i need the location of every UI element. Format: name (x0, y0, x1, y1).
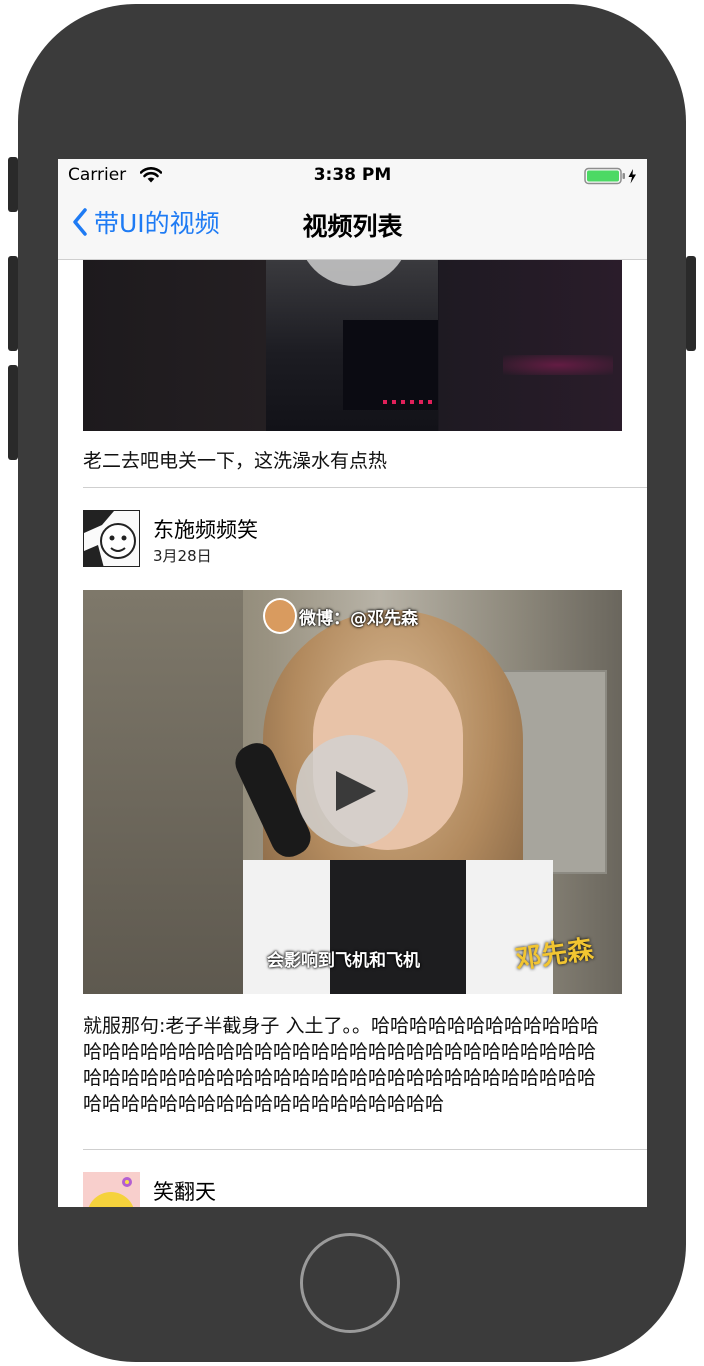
video-frame-vest (243, 860, 553, 994)
post-date: 3月28日 (153, 547, 212, 565)
play-icon (336, 771, 376, 811)
video-feed[interactable]: 老二去吧电关一下，这洗澡水有点热 东施频频笑 3月28日 微博：@邓先森 会影响… (58, 260, 647, 1207)
video-frame-door (83, 590, 243, 994)
video-caption: 老二去吧电关一下，这洗澡水有点热 (83, 450, 388, 472)
power-button (686, 256, 696, 351)
separator (83, 487, 647, 488)
video-thumbnail[interactable] (83, 260, 622, 431)
video-thumbnail[interactable]: 微博：@邓先森 会影响到飞机和飞机 邓先森 (83, 590, 622, 994)
separator (83, 1149, 647, 1150)
watermark-avatar-icon (263, 598, 297, 634)
status-bar: Carrier 3:38 PM (58, 159, 647, 191)
page-title: 视频列表 (302, 212, 403, 241)
home-button[interactable] (300, 1233, 400, 1333)
video-caption: 就服那句:老子半截身子 入土了。。哈哈哈哈哈哈哈哈哈哈哈哈哈哈哈哈哈哈哈哈哈哈哈… (83, 1015, 599, 1115)
play-button[interactable] (296, 735, 408, 847)
cartoon-avatar-icon (83, 1172, 140, 1207)
status-time: 3:38 PM (313, 165, 392, 185)
volume-up-button (8, 256, 18, 351)
video-frame-dots (383, 400, 433, 404)
cartoon-avatar-icon (84, 511, 139, 566)
screen: Carrier 3:38 PM 带UI的视频 视频列表 老二去吧电关一下，这洗澡… (58, 159, 647, 1207)
username[interactable]: 笑翻天 (153, 1176, 216, 1206)
video-overlay-subtitle: 会影响到飞机和飞机 (267, 951, 420, 971)
navigation-bar: 带UI的视频 视频列表 (58, 191, 647, 260)
mute-switch (8, 157, 18, 212)
video-frame-panel (343, 320, 438, 410)
video-frame-glow (503, 355, 613, 375)
volume-down-button (8, 365, 18, 460)
avatar[interactable] (83, 510, 140, 567)
video-overlay-watermark: 微博：@邓先森 (299, 609, 418, 629)
avatar[interactable] (83, 1172, 140, 1207)
username[interactable]: 东施频频笑 (153, 514, 258, 544)
battery-charging-icon (584, 167, 636, 185)
